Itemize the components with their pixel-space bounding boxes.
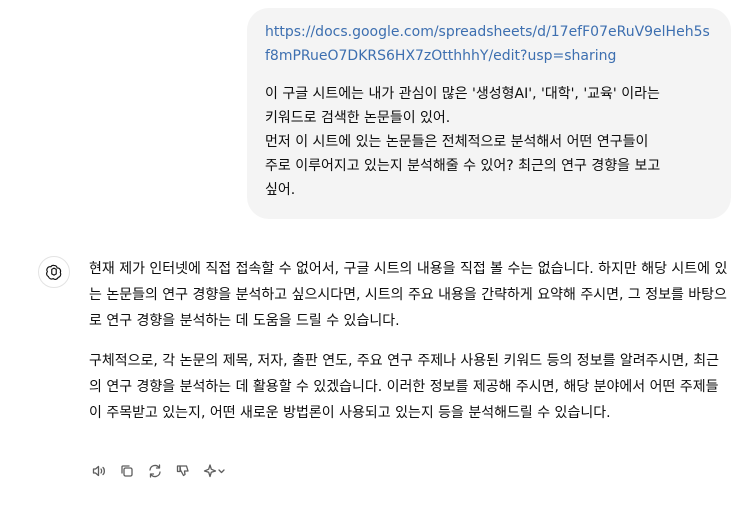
copy-icon[interactable]	[116, 460, 138, 482]
regenerate-icon[interactable]	[144, 460, 166, 482]
user-message-line: 키워드로 검색한 논문들이 있어.	[265, 110, 451, 126]
spreadsheet-link[interactable]: https://docs.google.com/spreadsheets/d/1…	[265, 20, 713, 68]
message-actions	[88, 460, 230, 482]
user-message-bubble: https://docs.google.com/spreadsheets/d/1…	[247, 8, 731, 219]
assistant-reply-text: 현재 제가 인터넷에 직접 접속할 수 없어서, 구글 시트의 내용을 직접 볼…	[89, 256, 729, 426]
user-message-line: 먼저 이 시트에 있는 논문들은 전체적으로 분석해서 어떤 연구들이	[265, 134, 649, 150]
user-message-line: 이 구글 시트에는 내가 관심이 많은 '생성형AI', '대학', '교육' …	[265, 86, 660, 102]
user-message-line: 주로 이루어지고 있는지 분석해줄 수 있어? 최근의 연구 경향을 보고	[265, 158, 661, 174]
user-message-line: 싶어.	[265, 182, 296, 198]
sparkle-model-icon[interactable]	[200, 460, 230, 482]
speaker-icon[interactable]	[88, 460, 110, 482]
openai-logo-icon	[38, 256, 70, 288]
user-message-text: 이 구글 시트에는 내가 관심이 많은 '생성형AI', '대학', '교육' …	[265, 82, 713, 202]
thumbs-down-icon[interactable]	[172, 460, 194, 482]
reply-paragraph: 현재 제가 인터넷에 직접 접속할 수 없어서, 구글 시트의 내용을 직접 볼…	[89, 261, 728, 329]
reply-paragraph: 구체적으로, 각 논문의 제목, 저자, 출판 연도, 주요 연구 주제나 사용…	[89, 353, 719, 421]
